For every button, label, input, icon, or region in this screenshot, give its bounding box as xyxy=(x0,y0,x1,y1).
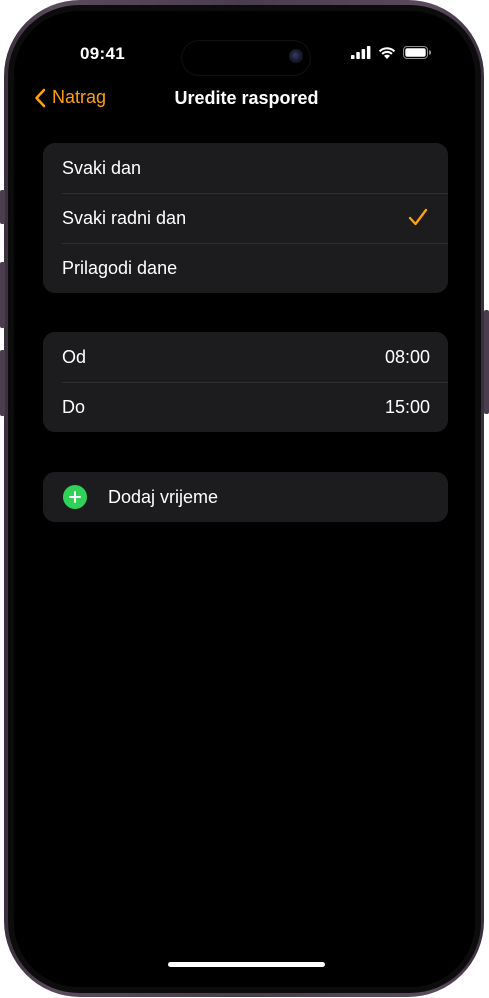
option-label: Prilagodi dane xyxy=(62,257,178,278)
option-custom-days[interactable]: Prilagodi dane xyxy=(43,243,448,293)
status-icons xyxy=(351,46,431,59)
time-range-group: Od 08:00 Do 15:00 xyxy=(43,332,448,432)
option-every-day[interactable]: Svaki dan xyxy=(43,143,448,193)
add-time-label: Dodaj vrijeme xyxy=(108,486,219,507)
page-title: Uredite raspored xyxy=(174,88,319,108)
to-time-row[interactable]: Do 15:00 xyxy=(43,382,448,432)
volume-down-button xyxy=(0,350,5,416)
option-label: Svaki radni dan xyxy=(62,207,187,228)
status-time: 09:41 xyxy=(80,44,125,63)
option-label: Svaki dan xyxy=(62,157,142,178)
from-time-value[interactable]: 08:00 xyxy=(385,347,430,368)
battery-icon xyxy=(403,46,431,59)
option-every-weekday[interactable]: Svaki radni dan xyxy=(43,193,448,243)
action-button xyxy=(0,190,5,224)
power-button xyxy=(484,310,489,414)
add-time-button[interactable]: Dodaj vrijeme xyxy=(43,472,448,522)
to-label: Do xyxy=(62,396,86,417)
cellular-signal-icon xyxy=(351,46,371,59)
to-time-value[interactable]: 15:00 xyxy=(385,397,430,418)
home-indicator[interactable] xyxy=(168,962,325,967)
repeat-options-group: Svaki dan Svaki radni dan Prilagodi dane xyxy=(43,143,448,293)
checkmark-icon xyxy=(408,208,428,226)
from-label: Od xyxy=(62,346,87,367)
plus-circle-icon xyxy=(63,485,87,509)
add-time-group: Dodaj vrijeme xyxy=(43,472,448,522)
from-time-row[interactable]: Od 08:00 xyxy=(43,332,448,382)
wifi-icon xyxy=(378,47,396,59)
front-camera xyxy=(289,49,303,63)
volume-up-button xyxy=(0,262,5,328)
screen: 09:41 Natrag Uredite raspored Svaki dan xyxy=(14,11,475,987)
